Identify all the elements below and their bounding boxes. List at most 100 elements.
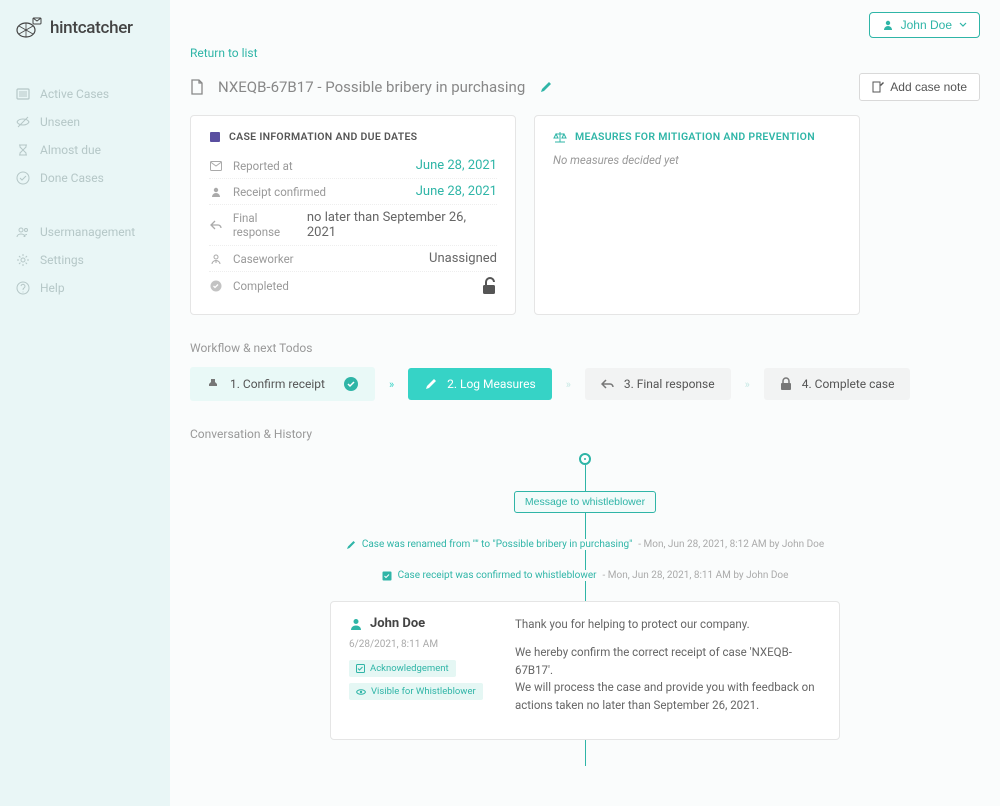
check-circle-icon [16,171,30,185]
sidebar-item-active-cases[interactable]: Active Cases [0,80,170,108]
card-title: CASE INFORMATION AND DUE DATES [229,130,417,143]
logo-icon [16,16,42,40]
user-icon [209,186,223,198]
info-label: Final response [233,211,307,239]
brand-name: hintcatcher [50,18,133,38]
info-row-receipt: Receipt confirmed June 28, 2021 [209,179,497,205]
note-pen-icon [872,81,884,93]
history-heading: Conversation & History [190,427,980,441]
workflow-step-complete[interactable]: 4. Complete case [764,368,911,400]
pen-icon [346,540,356,550]
message-whistleblower-button[interactable]: Message to whistleblower [514,491,656,513]
message-card: John Doe 6/28/2021, 8:11 AM Acknowledgem… [330,601,840,740]
workflow-heading: Workflow & next Todos [190,341,980,355]
timeline-event-confirmed: Case receipt was confirmed to whistleblo… [190,570,980,581]
reply-icon [601,379,614,390]
main: John Doe Return to list NXEQB-67B17 - Po… [170,0,1000,806]
reply-icon [209,220,223,230]
workflow-step-confirm[interactable]: 1. Confirm receipt [190,367,375,401]
pen-icon [424,378,437,391]
worker-icon [209,253,223,265]
scale-icon [553,131,567,143]
measures-card: MEASURES FOR MITIGATION AND PREVENTION N… [534,115,860,315]
workflow-connector: » [562,378,575,391]
case-title: NXEQB-67B17 - Possible bribery in purcha… [218,78,525,96]
tag-visible: Visible for Whistleblower [349,683,483,700]
info-value: no later than September 26, 2021 [307,210,497,240]
tag-label: Visible for Whistleblower [371,686,476,697]
stamp-icon [206,377,220,391]
check-square-icon [356,664,365,673]
event-text: Case was renamed from "" to "Possible br… [362,539,632,550]
gear-icon [16,253,30,267]
info-row-reported: Reported at June 28, 2021 [209,153,497,179]
sidebar-item-usermanagement[interactable]: Usermanagement [0,218,170,246]
card-header: MEASURES FOR MITIGATION AND PREVENTION [553,130,841,143]
step-label: 2. Log Measures [447,377,536,391]
workflow-connector: » [385,378,398,391]
sidebar-item-settings[interactable]: Settings [0,246,170,274]
nav-primary: Active Cases Unseen Almost due Done Case… [0,80,170,302]
sidebar-item-label: Help [40,281,65,295]
workflow: 1. Confirm receipt » 2. Log Measures » 3… [190,367,980,401]
document-icon [190,79,204,95]
message-body: Thank you for helping to protect our com… [515,616,821,725]
info-label: Caseworker [233,252,294,266]
tag-label: Acknowledgement [370,663,449,674]
logo: hintcatcher [0,16,170,60]
check-square-icon [382,571,392,581]
message-p1: Thank you for helping to protect our com… [515,616,821,634]
caret-down-icon [959,22,967,28]
user-name: John Doe [901,18,952,32]
info-value: June 28, 2021 [416,184,497,199]
help-icon [16,281,30,295]
user-icon [882,19,894,31]
eye-off-icon [16,115,30,129]
sidebar-item-label: Usermanagement [40,225,135,239]
event-time: - Mon, Jun 28, 2021, 8:11 AM by John Doe [603,570,789,581]
info-row-completed: Completed [209,272,497,300]
sidebar-item-label: Done Cases [40,171,104,185]
hourglass-icon [16,143,30,157]
title-row: NXEQB-67B17 - Possible bribery in purcha… [190,73,980,101]
measures-empty: No measures decided yet [553,153,841,167]
step-label: 4. Complete case [802,377,895,391]
eye-icon [356,688,366,696]
event-time: - Mon, Jun 28, 2021, 8:12 AM by John Doe [638,539,824,550]
message-time: 6/28/2021, 8:11 AM [349,639,499,650]
user-icon [349,617,363,631]
add-note-label: Add case note [890,80,967,94]
workflow-connector: » [741,378,754,391]
timeline-event-rename: Case was renamed from "" to "Possible br… [190,539,980,550]
event-text: Case receipt was confirmed to whistleblo… [398,570,597,581]
sidebar: hintcatcher Active Cases Unseen Almost d… [0,0,170,806]
message-p2: We hereby confirm the correct receipt of… [515,644,821,715]
user-menu-button[interactable]: John Doe [869,12,980,38]
lock-icon [780,377,792,391]
workflow-step-log-measures[interactable]: 2. Log Measures [408,368,552,400]
timeline: Message to whistleblower Case was rename… [190,453,980,766]
topbar: John Doe [190,12,980,38]
info-row-caseworker: Caseworker Unassigned [209,246,497,272]
info-value: Unassigned [429,251,497,266]
sidebar-item-label: Active Cases [40,87,109,101]
sidebar-item-unseen[interactable]: Unseen [0,108,170,136]
users-icon [16,225,30,239]
edit-title-button[interactable] [539,81,552,94]
tag-acknowledgement: Acknowledgement [349,660,456,677]
sidebar-item-almost-due[interactable]: Almost due [0,136,170,164]
sidebar-item-label: Settings [40,253,84,267]
step-label: 1. Confirm receipt [230,377,325,391]
check-icon [209,280,223,292]
author-name: John Doe [370,616,425,631]
sidebar-item-label: Unseen [40,115,80,129]
add-case-note-button[interactable]: Add case note [859,73,980,101]
sidebar-item-help[interactable]: Help [0,274,170,302]
sidebar-item-done-cases[interactable]: Done Cases [0,164,170,192]
workflow-step-final-response[interactable]: 3. Final response [585,368,731,400]
step-label: 3. Final response [624,377,715,391]
return-link[interactable]: Return to list [190,46,258,60]
case-info-card: CASE INFORMATION AND DUE DATES Reported … [190,115,516,315]
card-header: CASE INFORMATION AND DUE DATES [209,130,497,143]
lock-open-icon [481,277,497,295]
